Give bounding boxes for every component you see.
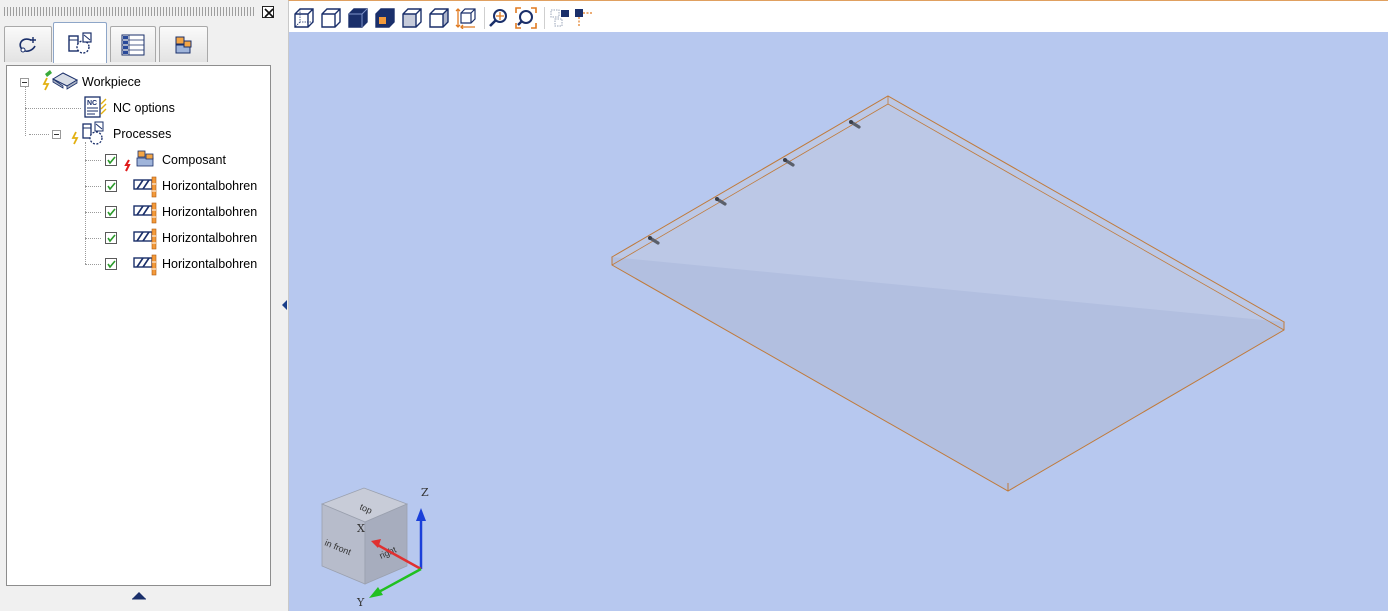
axis-y-label: Y [356,596,365,609]
toolbar-separator [484,7,485,29]
horizontal-drilling-icon [133,254,157,276]
panel-grip[interactable] [4,7,256,16]
view-cube[interactable]: top in front right [320,487,409,585]
tree-label: Processes [113,127,172,141]
tree-node-horizontal-drilling[interactable]: Horizontalbohren [7,228,267,250]
select-icon[interactable] [549,7,571,29]
tree-node-horizontal-drilling[interactable]: Horizontalbohren [7,176,267,198]
check-icon [107,208,116,217]
view-iso-right-icon[interactable] [428,7,450,29]
tree-label: Horizontalbohren [162,231,258,245]
tab-nc-list[interactable] [110,26,156,62]
toolbar-separator [544,7,545,29]
axis-x-label: X [357,522,365,535]
collapse-toggle[interactable] [52,130,61,139]
svg-text:NC: NC [87,100,97,107]
chevron-up-icon [132,592,146,600]
horizontal-drilling-icon [133,176,157,198]
tree-label: Horizontalbohren [162,205,258,219]
tree-label: Horizontalbohren [162,179,258,193]
tab-geometry[interactable] [4,26,52,62]
view-solid-icon[interactable] [347,7,369,29]
workpiece-icon [42,70,79,91]
processes-icon [71,121,104,145]
tree-node-workpiece[interactable]: Workpiece [7,70,267,92]
nc-list-icon [121,34,145,55]
enable-checkbox[interactable] [105,232,117,244]
enable-checkbox[interactable] [105,154,117,166]
geometry-icon [19,36,36,52]
tree-node-horizontal-drilling[interactable]: Horizontalbohren [7,254,267,276]
panel-splitter[interactable] [281,0,288,611]
tab-components[interactable] [159,26,208,62]
tree-node-nc-options[interactable]: NC NC options [7,96,267,118]
tree-node-composant[interactable]: Composant [7,150,267,172]
nc-options-icon: NC [84,96,107,118]
view-toolbar [288,0,1388,32]
view-wireframe-icon[interactable] [293,7,315,29]
chevron-left-icon [282,300,287,310]
tree-label: Composant [162,153,226,167]
close-panel-button[interactable] [262,6,274,18]
check-icon [107,156,116,165]
enable-checkbox[interactable] [105,180,117,192]
scene: top in front right Z X Y [320,95,1286,609]
zoom-icon[interactable] [488,7,510,29]
zoom-fit-icon[interactable] [515,7,537,29]
3d-viewport[interactable]: top in front right Z X Y [288,32,1388,611]
check-icon [107,260,116,269]
view-shaded-icon[interactable] [374,7,396,29]
components-icon [175,36,191,53]
enable-checkbox[interactable] [105,258,117,270]
view-iso-left-icon[interactable] [401,7,423,29]
horizontal-drilling-icon [133,228,157,250]
collapse-toggle[interactable] [20,78,29,87]
close-icon [264,8,274,18]
tab-processes[interactable] [53,22,107,63]
check-icon [107,234,116,243]
process-tree[interactable]: Workpiece NC NC options Processes Compos… [6,65,271,586]
processes-icon [68,32,92,54]
snap-icon[interactable] [573,7,595,29]
tree-node-processes[interactable]: Processes [7,121,267,145]
collapse-bar[interactable] [6,588,271,605]
enable-checkbox[interactable] [105,206,117,218]
process-panel: Workpiece NC NC options Processes Compos… [0,0,281,611]
tree-node-horizontal-drilling[interactable]: Horizontalbohren [7,202,267,224]
tree-label: Workpiece [82,75,141,89]
horizontal-drilling-icon [133,202,157,224]
composant-icon [124,150,154,172]
view-hidden-lines-icon[interactable] [320,7,342,29]
tree-label: NC options [113,101,175,115]
view-dimensions-icon[interactable] [455,7,477,29]
axis-z-label: Z [421,486,429,499]
tree-label: Horizontalbohren [162,257,258,271]
workpiece-board[interactable] [610,95,1286,492]
check-icon [107,182,116,191]
